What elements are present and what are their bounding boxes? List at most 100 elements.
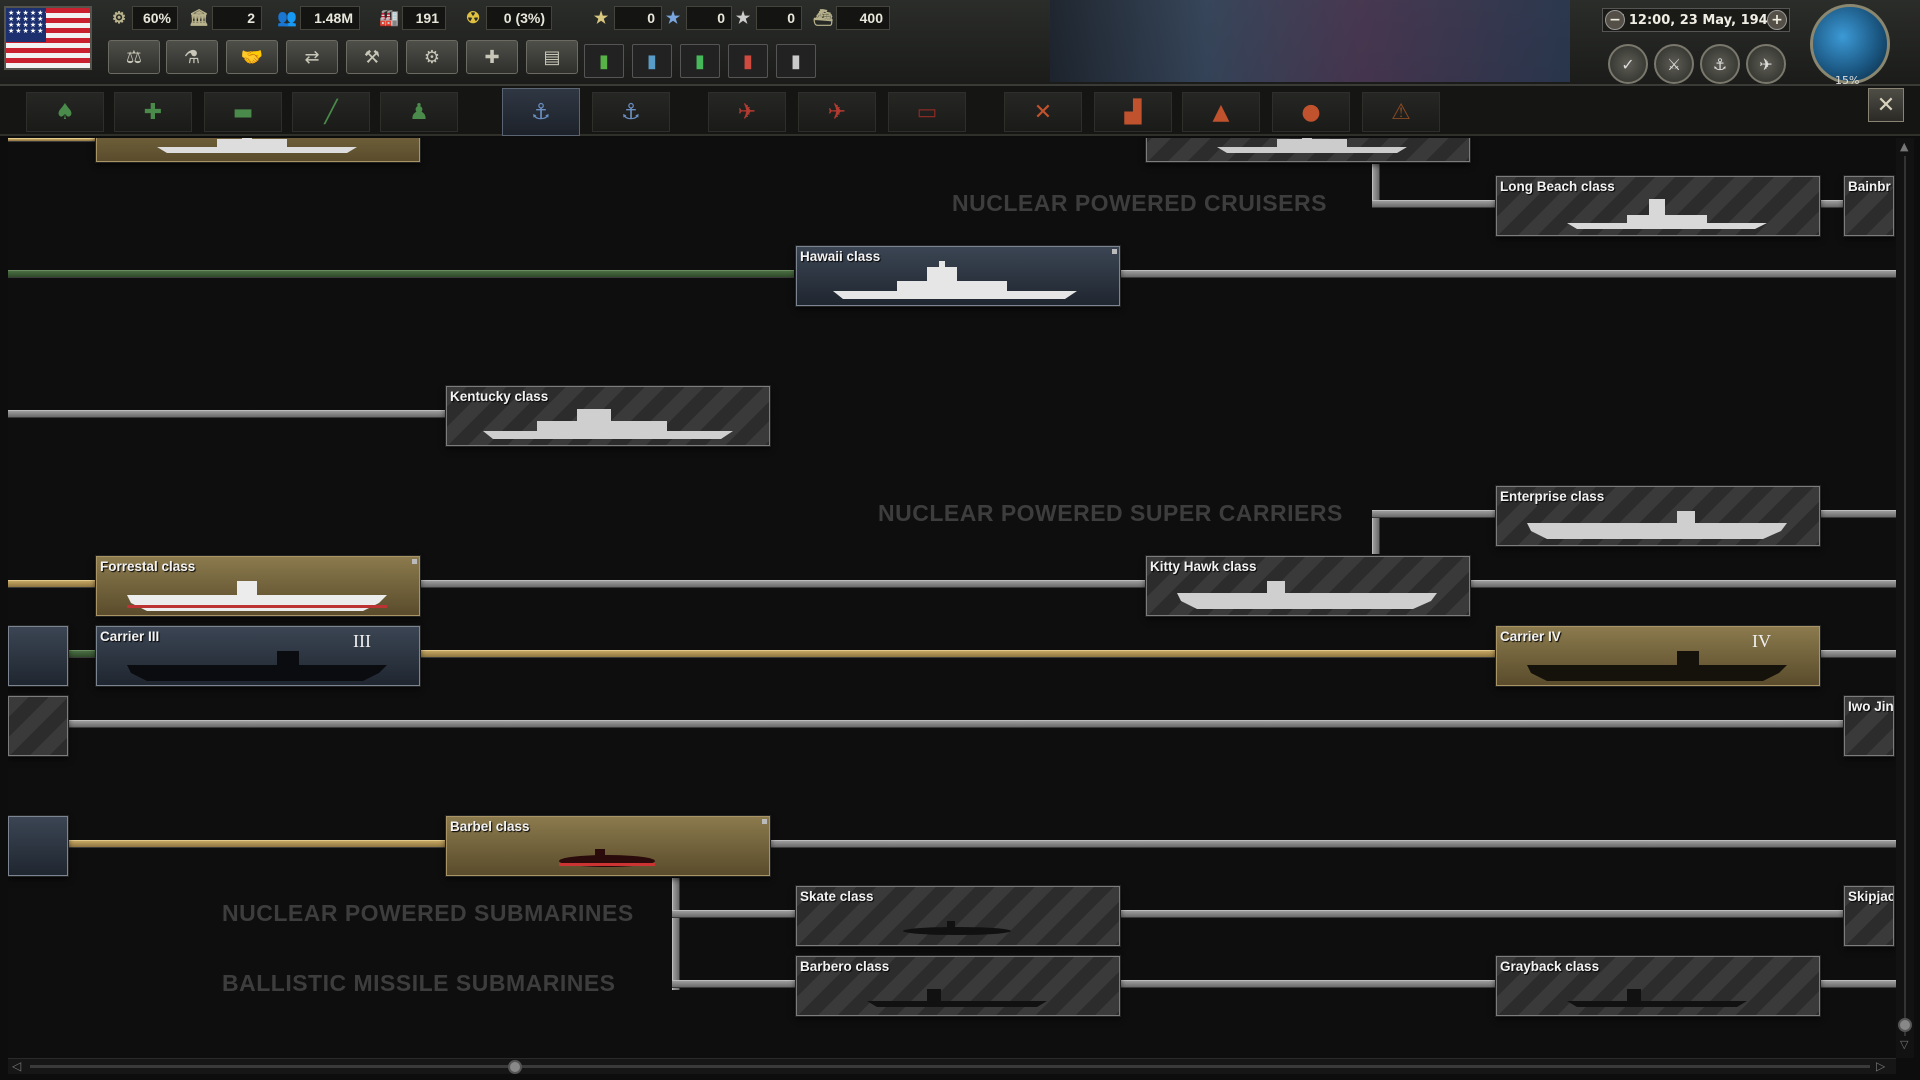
map-background: [1050, 0, 1570, 82]
politics-button[interactable]: ⚖: [108, 40, 160, 74]
research-category-tabs: ♠ ✚ ▬ ╱ ♟ ⚓ ⚓ ✈ ✈ ▭ ✕ ▟ ▲ ● ⚠: [0, 86, 1920, 136]
tech-card[interactable]: Hawaii class: [796, 246, 1120, 306]
army-icon: ⚔: [1666, 54, 1682, 74]
recruit-button[interactable]: ✚: [466, 40, 518, 74]
tech-card[interactable]: Kentucky class: [446, 386, 770, 446]
tab-air[interactable]: ✈: [708, 92, 786, 132]
tech-card[interactable]: [96, 138, 420, 162]
vertical-scrollbar[interactable]: ▲ ▽: [1896, 138, 1914, 1058]
fuel-alert-button[interactable]: ▮: [680, 44, 720, 78]
army-button[interactable]: ⚔: [1654, 44, 1694, 84]
horizontal-scrollbar[interactable]: ◁ ▷: [8, 1058, 1896, 1074]
tech-card[interactable]: [8, 626, 68, 686]
tech-card[interactable]: Bainbr: [1844, 176, 1894, 236]
general-star-icon: ★: [665, 10, 681, 27]
date-display[interactable]: − II 12:00, 23 May, 1949 +: [1602, 8, 1790, 32]
scroll-track: [1904, 156, 1906, 1036]
diplomacy-icon: 🤝: [240, 46, 264, 68]
scroll-thumb[interactable]: [1898, 1018, 1912, 1032]
tab-engineering[interactable]: ✕: [1004, 92, 1082, 132]
tab-infantry-weapons[interactable]: ♠: [26, 92, 104, 132]
tech-card[interactable]: [8, 816, 68, 876]
tech-card[interactable]: Long Beach class: [1496, 176, 1820, 236]
tools-icon: ✕: [1033, 99, 1053, 125]
trade-icon: ⇄: [304, 46, 320, 68]
scroll-up-icon[interactable]: ▲: [1900, 140, 1908, 153]
tab-nuclear[interactable]: ⚠: [1362, 92, 1440, 132]
tech-card[interactable]: Enterprise class: [1496, 486, 1820, 546]
tech-card[interactable]: Kitty Hawk class: [1146, 556, 1470, 616]
construction-button[interactable]: ⚒: [346, 40, 398, 74]
anchor-doctrine-icon: ⚓: [621, 99, 641, 125]
tab-electronics[interactable]: ▲: [1182, 92, 1260, 132]
tech-card[interactable]: Carrier III III: [96, 626, 420, 686]
carrier-silhouette-icon: [1527, 651, 1787, 681]
research-button[interactable]: ⚗: [166, 40, 218, 74]
section-label: NUCLEAR POWERED SUBMARINES: [222, 900, 634, 926]
factories-display[interactable]: 🏭 191: [379, 6, 446, 30]
tech-card[interactable]: [8, 696, 68, 756]
tech-card[interactable]: Barbel class: [446, 816, 770, 876]
close-button[interactable]: ✕: [1868, 88, 1904, 122]
tech-card[interactable]: Iwo Jin: [1844, 696, 1894, 756]
submarine-silhouette-icon: [867, 989, 1047, 1007]
artillery-icon: ╱: [324, 99, 338, 125]
tab-support[interactable]: ✚: [114, 92, 192, 132]
anchor-icon: ⚓: [531, 99, 551, 125]
tab-artillery[interactable]: ╱: [292, 92, 370, 132]
tab-helicopters[interactable]: ▭: [888, 92, 966, 132]
convoy-display[interactable]: ⛴ 400: [813, 6, 890, 30]
country-flag[interactable]: ★★★★★★★★★★★★★★★★★★★★★★: [4, 6, 92, 70]
tech-card[interactable]: Barbero class: [796, 956, 1120, 1016]
close-icon: ✕: [1876, 92, 1896, 118]
tab-naval-doctrine[interactable]: ⚓: [592, 92, 670, 132]
scroll-down-icon[interactable]: ▽: [1900, 1038, 1908, 1051]
tab-land-doctrine[interactable]: ♟: [380, 92, 458, 132]
tab-naval[interactable]: ⚓: [502, 88, 580, 136]
air-button[interactable]: ✈: [1746, 44, 1786, 84]
connector-line: [1118, 270, 1896, 278]
tech-card[interactable]: Skate class: [796, 886, 1120, 946]
general-display[interactable]: ★ 0: [666, 6, 732, 30]
connector-line: [8, 270, 794, 278]
tech-card[interactable]: [1146, 138, 1470, 162]
tech-card[interactable]: Skipjac: [1844, 886, 1894, 946]
factory-alert-button[interactable]: ▮: [632, 44, 672, 78]
production-button[interactable]: ⚙: [406, 40, 458, 74]
tab-industry[interactable]: ▟: [1094, 92, 1172, 132]
production-alert-button[interactable]: ▮: [584, 44, 624, 78]
political-power-display[interactable]: ⚙ 60%: [112, 6, 178, 30]
field-marshal-display[interactable]: ★ 0: [594, 6, 662, 30]
connector-line: [1816, 650, 1896, 658]
decisions-button[interactable]: ✓: [1608, 44, 1648, 84]
tab-air-doctrine[interactable]: ✈: [798, 92, 876, 132]
scroll-right-icon[interactable]: ▷: [1876, 1059, 1885, 1073]
globe-icon[interactable]: [1810, 4, 1890, 84]
navy-button[interactable]: ⚓: [1700, 44, 1740, 84]
ideas-display[interactable]: 🏛 2: [189, 6, 262, 30]
recruit-icon: ✚: [484, 46, 500, 68]
tech-card[interactable]: Carrier IV IV: [1496, 626, 1820, 686]
scroll-left-icon[interactable]: ◁: [12, 1059, 21, 1073]
tech-card[interactable]: Forrestal class: [96, 556, 420, 616]
tab-armor[interactable]: ▬: [204, 92, 282, 132]
admiral-display[interactable]: ★ 0: [736, 6, 802, 30]
naval-tech-tree[interactable]: NUCLEAR POWERED CRUISERS NUCLEAR POWERED…: [8, 138, 1896, 1058]
logistics-button[interactable]: ▤: [526, 40, 578, 74]
tech-card[interactable]: Grayback class: [1496, 956, 1820, 1016]
scroll-thumb[interactable]: [508, 1060, 522, 1074]
resource-alert-button[interactable]: ▮: [728, 44, 768, 78]
tech-name: Skipjac: [1848, 889, 1894, 904]
section-label: NUCLEAR POWERED SUPER CARRIERS: [878, 500, 1343, 526]
leader-alert-button[interactable]: ▮: [776, 44, 816, 78]
resource-alert-icon: ▮: [743, 50, 753, 72]
nuclear-display[interactable]: ☢ 0 (3%): [466, 6, 552, 30]
tab-rocketry[interactable]: ●: [1272, 92, 1350, 132]
diplomacy-button[interactable]: 🤝: [226, 40, 278, 74]
trade-button[interactable]: ⇄: [286, 40, 338, 74]
manpower-display[interactable]: 👥 1.48M: [277, 6, 360, 30]
carrier-silhouette-icon: [1527, 511, 1787, 539]
carrier-silhouette-icon: [1177, 581, 1437, 609]
speed-minus-button[interactable]: −: [1605, 10, 1625, 30]
speed-plus-button[interactable]: +: [1767, 10, 1787, 30]
